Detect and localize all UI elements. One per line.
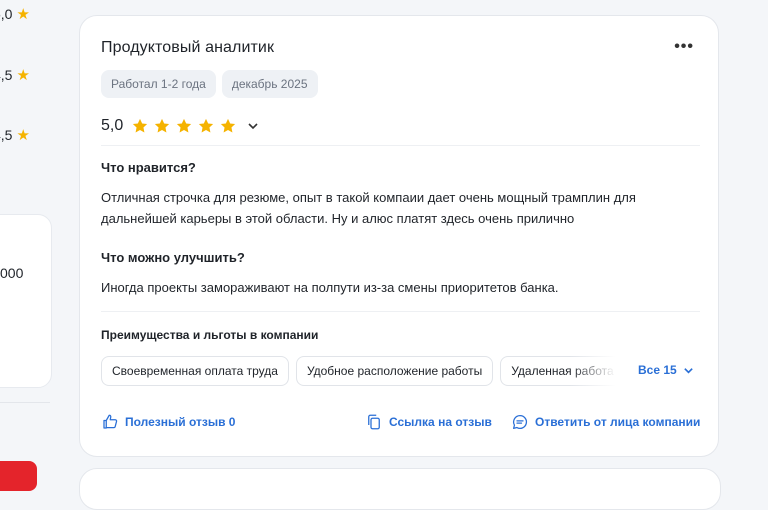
sidebar-rating-2: 4,5 ★ — [0, 66, 30, 84]
review-card: Продуктовый аналитик ••• Работал 1-2 год… — [79, 15, 719, 457]
sidebar-rating-value: 4,5 — [0, 127, 13, 143]
reply-as-company-button[interactable]: Ответить от лица компании — [511, 413, 700, 431]
sidebar-rating-value: 5,0 — [0, 6, 13, 22]
star-icon — [133, 118, 148, 133]
review-rating: 5,0 — [101, 117, 259, 135]
review-tags: Работал 1-2 года декабрь 2025 — [101, 70, 318, 98]
helpful-review-button[interactable]: Полезный отзыв 0 — [101, 413, 235, 431]
star-icon: ★ — [16, 127, 30, 144]
star-icon — [221, 118, 236, 133]
star-icon: ★ — [16, 6, 30, 23]
reply-label: Ответить от лица компании — [535, 415, 701, 429]
helpful-label: Полезный отзыв 0 — [125, 415, 236, 429]
benefits-heading: Преимущества и льготы в компании — [101, 328, 319, 342]
tag-date: декабрь 2025 — [221, 70, 318, 98]
next-review-card — [79, 468, 721, 510]
star-icon — [177, 118, 192, 133]
sidebar-rating-3: 4,5 ★ — [0, 126, 30, 144]
review-title: Продуктовый аналитик — [101, 39, 275, 56]
chevron-down-icon[interactable] — [247, 120, 259, 132]
star-icon — [155, 118, 170, 133]
sidebar-divider — [0, 402, 50, 403]
divider — [101, 311, 700, 312]
likes-text: Отличная строчка для резюме, опыт в тако… — [101, 190, 636, 226]
benefit-chip: Своевременная оплата труда — [101, 356, 289, 386]
benefits-chips: Своевременная оплата труда Удобное распо… — [101, 356, 616, 386]
likes-heading: Что нравится? — [101, 160, 196, 175]
rating-value: 5,0 — [101, 117, 124, 134]
tag-tenure: Работал 1-2 года — [101, 70, 216, 98]
thumbs-up-icon — [103, 414, 118, 429]
improve-heading: Что можно улучшить? — [101, 250, 245, 265]
show-all-benefits-button[interactable]: Все 15 — [638, 363, 694, 377]
sidebar-rating-value: 4,5 — [0, 67, 13, 83]
link-label: Ссылка на отзыв — [389, 415, 492, 429]
sidebar-red-button[interactable] — [0, 461, 37, 491]
sidebar-rating-1: 5,0 ★ — [0, 5, 30, 23]
show-all-label: Все 15 — [638, 363, 677, 377]
more-options-icon[interactable]: ••• — [674, 38, 694, 56]
chat-bubble-icon — [512, 414, 528, 430]
chips-fade — [570, 356, 616, 386]
star-icon — [199, 118, 214, 133]
star-icon: ★ — [16, 67, 30, 84]
divider — [101, 145, 700, 146]
benefit-chip: Удобное расположение работы — [295, 356, 494, 386]
improve-text: Иногда проекты замораживают на полпути и… — [101, 280, 559, 295]
sidebar-card — [0, 214, 52, 388]
review-link-button[interactable]: Ссылка на отзыв — [365, 413, 492, 431]
rating-stars — [131, 117, 237, 135]
sidebar-number: 000 — [0, 265, 24, 281]
copy-link-icon — [368, 414, 380, 430]
chevron-down-icon — [683, 367, 693, 374]
